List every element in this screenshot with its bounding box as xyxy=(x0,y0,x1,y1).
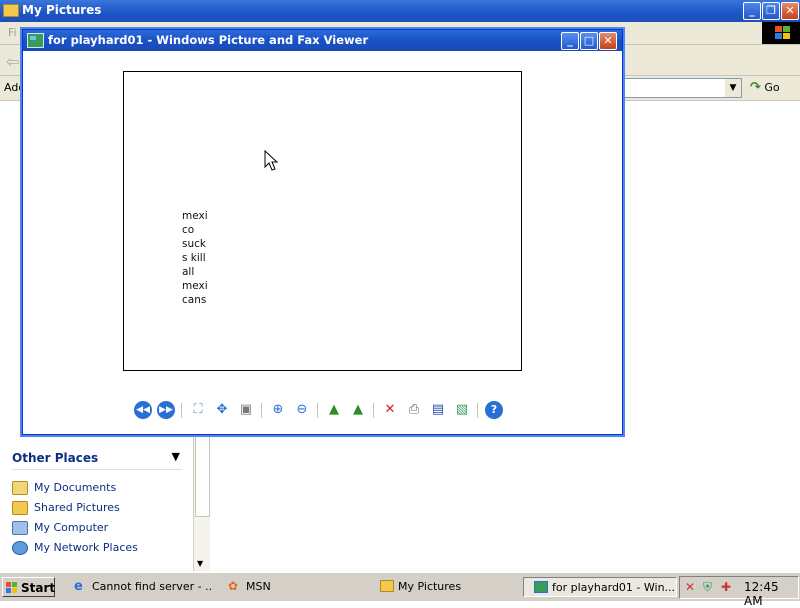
minimize-button[interactable]: _ xyxy=(743,2,761,20)
back-arrow-icon[interactable]: ⇦ xyxy=(6,52,19,71)
delete-icon[interactable]: ✕ xyxy=(381,401,399,419)
toolbar-separator xyxy=(477,403,478,418)
other-places-label: Shared Pictures xyxy=(34,501,120,514)
mouse-cursor-icon xyxy=(264,150,278,171)
task-label: My Pictures xyxy=(398,580,462,593)
collapse-chevron-icon[interactable]: ▼ xyxy=(172,450,180,463)
zoom-out-icon[interactable]: ⊖ xyxy=(293,401,311,419)
windows-flag-icon xyxy=(6,582,17,593)
picture-viewer-window: for playhard01 - Windows Picture and Fax… xyxy=(22,29,623,435)
start-label: Start xyxy=(21,581,56,595)
my-documents-icon xyxy=(12,481,28,495)
my-computer-icon xyxy=(12,521,28,535)
system-tray: ✕ ⛨ ✚ 12:45 AM xyxy=(679,576,799,608)
other-places-title: Other Places xyxy=(12,451,99,465)
edit-icon[interactable]: ▧ xyxy=(453,401,471,419)
best-fit-icon[interactable]: ⛶ xyxy=(189,401,207,419)
scrollbar-thumb[interactable] xyxy=(195,425,210,517)
go-label: Go xyxy=(764,81,780,94)
other-places-label: My Network Places xyxy=(34,541,138,554)
image-text-line: cans xyxy=(182,294,207,306)
other-places-label: My Documents xyxy=(34,481,117,494)
toolbar-separator xyxy=(261,403,262,418)
other-places-network[interactable]: My Network Places xyxy=(12,538,182,558)
taskbar-item-internet-explorer[interactable]: e Cannot find server - ... xyxy=(72,577,212,597)
toolbar-separator xyxy=(317,403,318,418)
windows-logo-icon xyxy=(762,22,800,44)
image-text-line: suck xyxy=(182,238,206,250)
restore-button[interactable]: ❐ xyxy=(762,2,780,20)
rotate-counterclockwise-icon[interactable]: ▲ xyxy=(349,401,367,419)
image-text-line: co xyxy=(182,224,195,236)
taskbar-item-msn[interactable]: ✿ MSN xyxy=(226,577,366,597)
go-button[interactable]: ↷ Go xyxy=(750,80,780,95)
close-button[interactable]: ✕ xyxy=(781,2,799,20)
picture-viewer-icon xyxy=(534,581,548,593)
other-places-label: My Computer xyxy=(34,521,109,534)
viewer-body: mexi co suck s kill all mexi cans ◀◀ ▶▶ … xyxy=(26,51,619,431)
image-text-line: s kill xyxy=(182,252,206,264)
file-menu[interactable]: Fi xyxy=(8,26,17,39)
picture-viewer-icon xyxy=(27,33,44,48)
previous-icon[interactable]: ◀◀ xyxy=(134,401,152,419)
actual-size-icon[interactable]: ✥ xyxy=(213,401,231,419)
viewer-close-button[interactable]: ✕ xyxy=(599,32,617,50)
other-places-my-documents[interactable]: My Documents xyxy=(12,478,182,498)
explorer-titlebar[interactable]: My Pictures _ ❐ ✕ xyxy=(0,0,800,22)
task-label: MSN xyxy=(246,580,271,593)
image-text: mexi co suck s kill all mexi cans xyxy=(182,209,208,307)
shared-pictures-icon xyxy=(12,501,28,515)
image-text-line: mexi xyxy=(182,210,208,222)
internet-explorer-icon: e xyxy=(74,579,83,594)
taskbar-item-my-pictures[interactable]: My Pictures xyxy=(378,577,518,597)
go-arrow-icon: ↷ xyxy=(750,80,761,95)
folder-icon xyxy=(380,580,394,592)
msn-icon: ✿ xyxy=(228,579,239,593)
image-text-line: mexi xyxy=(182,280,208,292)
print-icon[interactable]: ⎙ xyxy=(405,401,423,419)
help-icon[interactable]: ? xyxy=(485,401,503,419)
taskbar: Start e Cannot find server - ... ✿ MSN M… xyxy=(0,572,800,608)
other-places-header[interactable]: Other Places ▼ xyxy=(12,450,182,470)
scroll-down-arrow-icon[interactable]: ▼ xyxy=(197,559,203,568)
chevron-down-icon[interactable]: ▼ xyxy=(725,79,741,97)
other-places-shared-pictures[interactable]: Shared Pictures xyxy=(12,498,182,518)
folder-icon xyxy=(3,4,19,17)
address-input[interactable]: ▼ xyxy=(622,78,742,98)
slideshow-icon[interactable]: ▣ xyxy=(237,401,255,419)
start-button[interactable]: Start xyxy=(2,577,55,597)
clock[interactable]: 12:45 AM xyxy=(744,580,798,608)
viewer-titlebar[interactable]: for playhard01 - Windows Picture and Fax… xyxy=(23,30,622,51)
task-label: Cannot find server - ... xyxy=(92,580,212,593)
image-text-line: all xyxy=(182,266,195,278)
zoom-in-icon[interactable]: ⊕ xyxy=(269,401,287,419)
explorer-title: My Pictures xyxy=(22,3,102,17)
toolbar-separator xyxy=(373,403,374,418)
tray-security-icon[interactable]: ⛨ xyxy=(703,580,717,594)
network-places-icon xyxy=(12,541,28,555)
tray-alert-icon[interactable]: ✚ xyxy=(721,580,735,594)
viewer-title: for playhard01 - Windows Picture and Fax… xyxy=(48,33,369,47)
other-places-panel: Other Places ▼ My Documents Shared Pictu… xyxy=(12,450,182,558)
displayed-image: mexi co suck s kill all mexi cans xyxy=(123,71,522,371)
viewer-minimize-button[interactable]: _ xyxy=(561,32,579,50)
viewer-maximize-button[interactable]: □ xyxy=(580,32,598,50)
tray-network-icon[interactable]: ✕ xyxy=(685,580,699,594)
save-icon[interactable]: ▤ xyxy=(429,401,447,419)
other-places-my-computer[interactable]: My Computer xyxy=(12,518,182,538)
toolbar-separator xyxy=(181,403,182,418)
next-icon[interactable]: ▶▶ xyxy=(157,401,175,419)
task-label: for playhard01 - Win... xyxy=(552,581,676,594)
taskbar-item-picture-viewer[interactable]: for playhard01 - Win... xyxy=(523,577,677,597)
rotate-clockwise-icon[interactable]: ▲ xyxy=(325,401,343,419)
